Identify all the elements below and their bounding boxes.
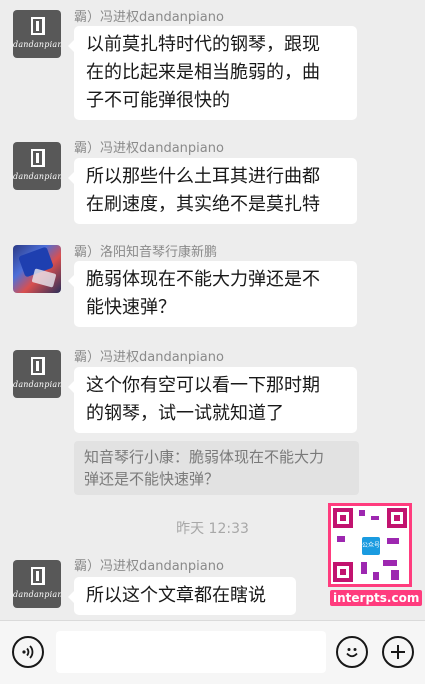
qr-finder — [333, 508, 353, 528]
plus-icon — [391, 645, 405, 659]
avatar-logo-text: dandanpiano — [13, 590, 61, 599]
qr-finder — [387, 508, 407, 528]
message-bubble[interactable]: 脆弱体现在不能大力弹还是不 能快速弹？ — [68, 261, 357, 327]
avatar-logo-text: dandanpiano — [13, 40, 61, 49]
avatar-logo-text: dandanpiano — [13, 380, 61, 389]
piano-logo-icon — [31, 357, 45, 375]
qr-module — [383, 560, 397, 566]
qr-center-badge: 公众号 — [362, 537, 380, 555]
emoji-icon — [346, 648, 358, 658]
avatar[interactable]: dandanpiano — [13, 142, 61, 190]
qr-finder — [333, 562, 353, 582]
piano-logo-icon — [31, 17, 45, 35]
message-line: 所以那些什么土耳其进行曲都 — [86, 166, 320, 187]
avatar[interactable]: dandanpiano — [13, 350, 61, 398]
message-line: 能快速弹？ — [86, 297, 176, 318]
qr-code-watermark: 公众号 — [328, 503, 412, 587]
qr-module — [359, 510, 365, 516]
avatar[interactable]: dandanpiano — [13, 560, 61, 608]
message-line: 这个你有空可以看一下那时期 — [86, 375, 320, 396]
sender-name: 霸）冯进权dandanpiano — [74, 141, 224, 156]
emoji-button[interactable] — [336, 636, 368, 668]
voice-icon — [22, 645, 34, 659]
qr-module — [337, 536, 345, 542]
sender-name: 霸）冯进权dandanpiano — [74, 559, 224, 574]
message-line: 以前莫扎特时代的钢琴，跟现 — [86, 34, 320, 55]
qr-module — [391, 570, 399, 580]
watermark-text: interpts.com — [330, 590, 423, 606]
message-bubble[interactable]: 所以那些什么土耳其进行曲都 在刷速度，其实绝不是莫扎特 — [68, 158, 357, 224]
message-line: 子不可能弹很快的 — [86, 90, 230, 111]
message-line: 的钢琴，试一试就知道了 — [86, 403, 284, 424]
message-line: 所以这个文章都在瞎说 — [86, 585, 266, 606]
sender-name: 霸）冯进权dandanpiano — [74, 350, 224, 365]
piano-logo-icon — [31, 567, 45, 585]
message-line: 在的比起来是相当脆弱的，曲 — [86, 62, 320, 83]
avatar-logo-text: dandanpiano — [13, 172, 61, 181]
avatar-photo-shape — [31, 268, 57, 288]
avatar[interactable] — [13, 245, 61, 293]
qr-module — [361, 562, 367, 574]
chat-area[interactable]: dandanpiano 霸）冯进权dandanpiano 以前莫扎特时代的钢琴，… — [0, 0, 425, 620]
qr-module — [387, 538, 399, 544]
plus-button[interactable] — [382, 636, 414, 668]
quoted-message[interactable]: 知音琴行小康：脆弱体现在不能大力 弹还是不能快速弹？ — [74, 441, 359, 495]
message-bubble[interactable]: 这个你有空可以看一下那时期 的钢琴，试一试就知道了 — [68, 367, 357, 433]
qr-module — [371, 516, 379, 520]
input-bar — [0, 620, 425, 684]
sender-name: 霸）冯进权dandanpiano — [74, 10, 224, 25]
message-input[interactable] — [56, 631, 326, 673]
message-bubble[interactable]: 以前莫扎特时代的钢琴，跟现 在的比起来是相当脆弱的，曲 子不可能弹很快的 — [68, 26, 357, 120]
avatar[interactable]: dandanpiano — [13, 10, 61, 58]
qr-module — [373, 572, 379, 580]
message-bubble[interactable]: 所以这个文章都在瞎说 — [68, 577, 296, 615]
piano-logo-icon — [31, 149, 45, 167]
message-line: 在刷速度，其实绝不是莫扎特 — [86, 194, 320, 215]
voice-button[interactable] — [12, 636, 44, 668]
quote-line: 知音琴行小康：脆弱体现在不能大力 — [84, 448, 325, 466]
sender-name: 霸）洛阳知音琴行康新鹏 — [74, 245, 218, 260]
quote-line: 弹还是不能快速弹？ — [84, 470, 220, 488]
message-line: 脆弱体现在不能大力弹还是不 — [86, 269, 320, 290]
